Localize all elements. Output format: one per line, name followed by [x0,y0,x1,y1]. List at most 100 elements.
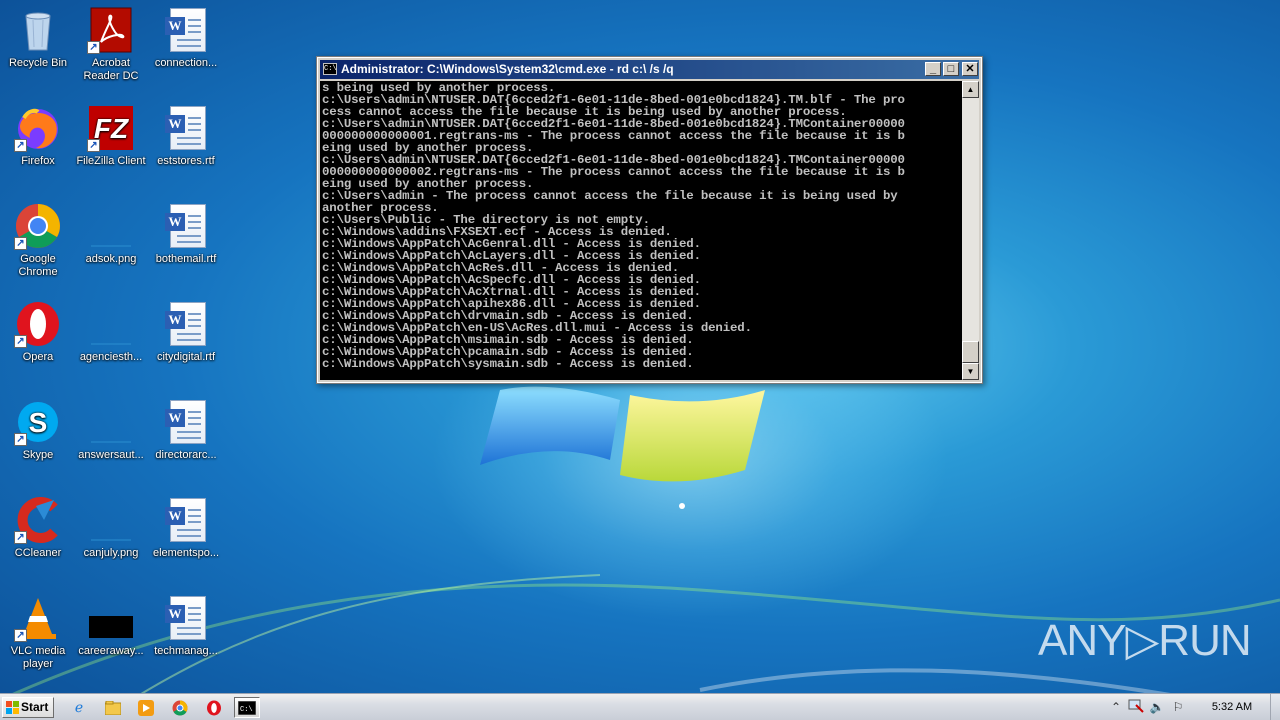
chrome-taskbar-icon[interactable] [167,697,193,718]
media-player-icon[interactable] [133,697,159,718]
desktop-icon-chrome[interactable]: ↗ Google Chrome [0,202,76,279]
desktop-icon-skype[interactable]: S ↗ Skype [0,398,76,462]
desktop-icon-label: Acrobat Reader DC [83,57,139,82]
start-button[interactable]: Start [2,697,54,718]
vertical-scrollbar[interactable]: ▲ ▼ [962,81,979,380]
word-doc-icon: W [162,6,210,54]
console-text: s being used by another process. c:\Users… [322,82,962,370]
show-desktop-button[interactable] [1270,694,1280,720]
anyrun-watermark: ANY▷RUN [1038,616,1252,665]
desktop-icon-filezilla[interactable]: FZ ↗ FileZilla Client [73,104,149,168]
desktop-icon-elementspo-doc[interactable]: W elementspo... [148,496,224,560]
desktop-icon-label: eststores.rtf [157,155,215,167]
windows-logo-graphic [480,386,765,509]
maximize-button[interactable]: □ [943,62,959,76]
desktop-icon-adsok[interactable]: adsok.png [73,202,149,266]
desktop-icon-label: Recycle Bin [8,57,68,69]
console-line: c:\Windows\AppPatch\sysmain.sdb - Access… [322,357,694,371]
desktop-icon-answersaut[interactable]: answersaut... [73,398,149,462]
shortcut-arrow-icon: ↗ [14,531,27,544]
shortcut-arrow-icon: ↗ [87,41,100,54]
shortcut-arrow-icon: ↗ [14,335,27,348]
desktop-icon-techmanag-doc[interactable]: W techmanag... [148,594,224,658]
opera-icon: ↗ [14,300,62,348]
desktop-icon-ccleaner[interactable]: ↗ CCleaner [0,496,76,560]
desktop-icon-recycle-bin[interactable]: Recycle Bin [0,6,76,70]
desktop-icon-opera[interactable]: ↗ Opera [0,300,76,364]
recycle-bin-icon [14,6,62,54]
desktop-icon-canjuly[interactable]: canjuly.png [73,496,149,560]
close-button[interactable]: ✕ [962,62,978,76]
desktop-icon-agenciesth[interactable]: agenciesth... [73,300,149,364]
explorer-icon[interactable] [100,697,126,718]
shortcut-arrow-icon: ↗ [14,237,27,250]
desktop-icon-label: Firefox [21,155,55,167]
desktop-icon-label: adsok.png [85,253,137,265]
scroll-down-icon[interactable]: ▼ [962,363,979,380]
volume-icon[interactable]: 🔈 [1149,699,1165,715]
minimize-button[interactable]: _ [925,62,941,76]
desktop-icon-directorarc-doc[interactable]: W directorarc... [148,398,224,462]
desktop-icon-label: FileZilla Client [76,155,146,167]
desktop-icon-bothemail-doc[interactable]: W bothemail.rtf [148,202,224,266]
skype-icon: S ↗ [14,398,62,446]
system-tray: ⌃ 🔈 ⚐ 5:32 AM [1104,694,1280,720]
action-center-icon[interactable] [1128,699,1144,715]
clock[interactable]: 5:32 AM [1200,694,1264,720]
desktop-icon-label: canjuly.png [83,547,139,559]
acrobat-icon: ↗ [87,6,135,54]
shortcut-arrow-icon: ↗ [87,139,100,152]
word-doc-icon: W [162,300,210,348]
image-file-icon [87,496,135,544]
ie-icon[interactable]: ℯ [66,697,92,718]
desktop-icon-vlc[interactable]: ↗ VLC media player [0,594,76,671]
cmd-icon: C:\ [323,63,337,75]
windows-flag-icon [6,701,19,714]
desktop-icon-connection-doc[interactable]: W connection... [148,6,224,70]
word-doc-icon: W [162,202,210,250]
desktop-icon-label: CCleaner [14,547,62,559]
desktop-icon-label: directorarc... [155,449,217,461]
word-doc-icon: W [162,496,210,544]
desktop-icon-label: Opera [22,351,54,363]
ccleaner-icon: ↗ [14,496,62,544]
desktop-icon-citydigital-doc[interactable]: W citydigital.rtf [148,300,224,364]
start-label: Start [21,700,49,714]
window-title: Administrator: C:\Windows\System32\cmd.e… [341,62,674,76]
desktop-icon-label: Google Chrome [18,253,58,278]
desktop-icon-eststores-doc[interactable]: W eststores.rtf [148,104,224,168]
shortcut-arrow-icon: ↗ [14,139,27,152]
desktop-icon-label: VLC media player [10,645,66,670]
cmd-window[interactable]: C:\ Administrator: C:\Windows\System32\c… [316,56,983,384]
image-file-icon [87,398,135,446]
taskbar: Start ℯ C:\ ⌃ 🔈 ⚐ 5:32 AM [0,693,1280,720]
word-doc-icon: W [162,104,210,152]
desktop-icon-careeraway[interactable]: careeraway... [73,594,149,658]
scroll-thumb[interactable] [962,341,979,363]
opera-taskbar-icon[interactable] [201,697,227,718]
svg-text:C:\: C:\ [240,706,253,714]
desktop-icon-label: techmanag... [154,645,218,657]
svg-text:S: S [29,407,48,438]
scroll-up-icon[interactable]: ▲ [962,81,979,98]
shortcut-arrow-icon: ↗ [14,629,27,642]
cmd-taskbar-button[interactable]: C:\ [234,697,260,718]
desktop-icon-label: agenciesth... [79,351,143,363]
show-hidden-icons-icon[interactable]: ⌃ [1108,699,1124,715]
word-doc-icon: W [162,594,210,642]
desktop-icon-firefox[interactable]: ↗ Firefox [0,104,76,168]
cmd-title-bar[interactable]: C:\ Administrator: C:\Windows\System32\c… [320,60,979,79]
word-doc-icon: W [162,398,210,446]
desktop-icon-label: careeraway... [78,645,144,657]
flag-notification-icon[interactable]: ⚐ [1170,699,1186,715]
desktop-icon-label: Skype [22,449,54,461]
vlc-icon: ↗ [14,594,62,642]
image-file-icon [87,300,135,348]
image-file-icon [87,594,135,642]
filezilla-icon: FZ ↗ [87,104,135,152]
firefox-icon: ↗ [14,104,62,152]
image-file-icon [87,202,135,250]
console-output[interactable]: s being used by another process. c:\Users… [320,81,962,380]
desktop-icon-acrobat[interactable]: ↗ Acrobat Reader DC [73,6,149,83]
chrome-icon: ↗ [14,202,62,250]
